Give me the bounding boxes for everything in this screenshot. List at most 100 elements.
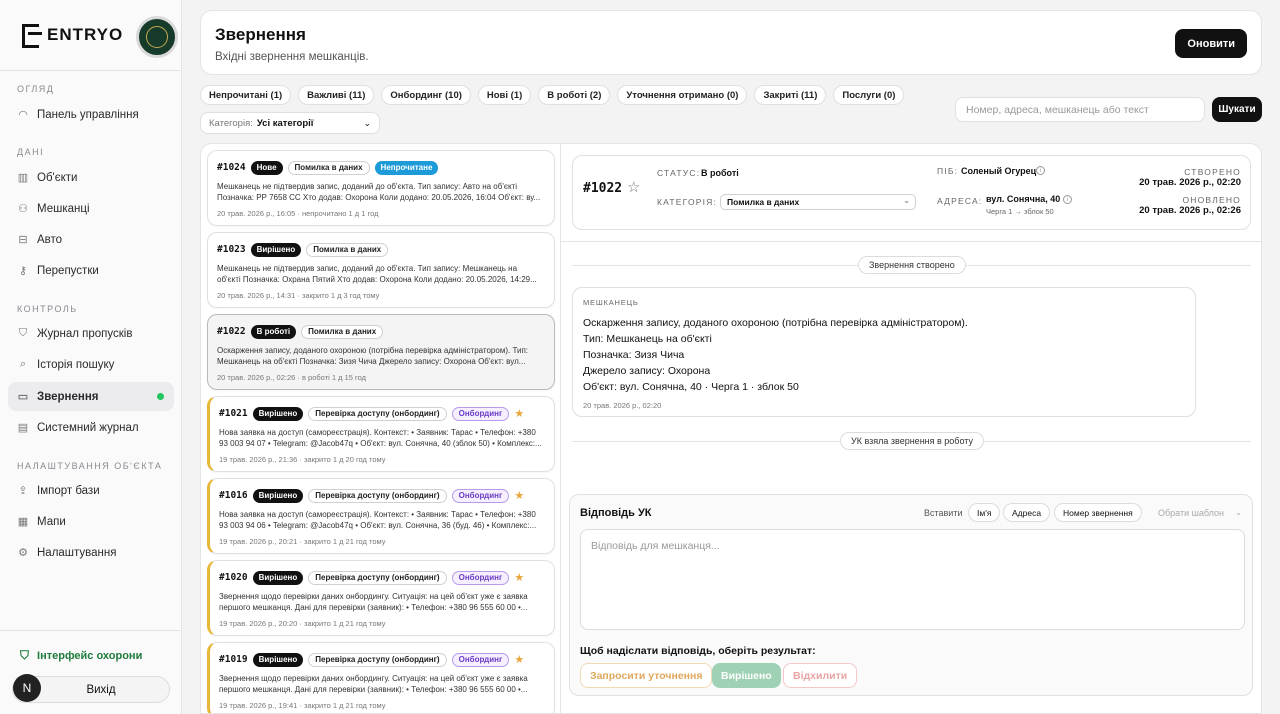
status-badge: Перевірка доступу (онбординг) <box>308 652 447 667</box>
nav-section-overview: ОГЛЯД <box>17 84 55 94</box>
ticket-preview: Звернення щодо перевірки даних онбординг… <box>219 673 545 695</box>
category-filter-value: Усі категорії <box>256 117 314 129</box>
category-select-value: Помилка в даних <box>727 197 800 207</box>
tab-unread[interactable]: Непрочитані (1) <box>200 85 292 105</box>
ticket-card[interactable]: #1023 Вирішено Помилка в даних Мешканець не… <box>207 232 555 308</box>
insert-name-button[interactable]: Ім'я <box>968 503 1001 522</box>
unread-indicator <box>157 393 164 400</box>
star-icon[interactable]: ★ <box>514 571 524 584</box>
sidebar-item-label: Об'єкти <box>37 171 78 184</box>
sidebar-item-label: Звернення <box>37 390 99 403</box>
sidebar-item-label: Історія пошуку <box>37 358 115 371</box>
chevron-down-icon: ⌄ <box>903 196 910 205</box>
building-icon: ▥ <box>17 172 29 184</box>
sidebar-item-settings[interactable]: ⚙ Налаштування <box>8 538 174 567</box>
category-select[interactable]: Помилка в даних ⌄ <box>720 194 916 210</box>
insert-ticket-number-button[interactable]: Номер звернення <box>1054 503 1142 522</box>
status-badge: Перевірка доступу (онбординг) <box>308 406 447 421</box>
sidebar-item-requests[interactable]: ▭ Звернення <box>8 382 174 411</box>
sidebar-item-residents[interactable]: ⚇ Мешканці <box>8 194 174 223</box>
ticket-preview-line: Оскарження запису, доданого охороною (по… <box>217 346 528 355</box>
sidebar-item-label: Мешканці <box>37 202 90 215</box>
ticket-meta: 20 трав. 2026 р., 16:05 · непрочитано 1 … <box>217 209 379 218</box>
search-button[interactable]: Шукати <box>1212 97 1262 122</box>
tab-closed[interactable]: Закриті (11) <box>754 85 827 105</box>
avatar[interactable]: N <box>13 674 41 702</box>
category-filter-label: Категорія: <box>209 117 253 129</box>
brand-logo[interactable]: ENTRYO <box>22 24 123 48</box>
guard-interface-link[interactable]: ⛉ Інтерфейс охорони <box>20 648 142 663</box>
ticket-detail-header: #1022 ☆ СТАТУС: В роботі КАТЕГОРІЯ: Поми… <box>572 155 1251 230</box>
sidebar-divider <box>0 70 182 71</box>
ticket-preview-line: Нова заявка на доступ (самореєстрація). … <box>219 428 536 437</box>
star-icon[interactable]: ☆ <box>627 178 640 196</box>
resolve-button[interactable]: Вирішено <box>712 663 781 688</box>
ticket-meta: 20 трав. 2026 р., 14:31 · закрито 1 д 3 … <box>217 291 380 300</box>
info-icon[interactable]: i <box>1063 195 1072 204</box>
sidebar-item-label: Авто <box>37 233 63 246</box>
reject-button[interactable]: Відхилити <box>783 663 858 688</box>
tab-important[interactable]: Важливі (11) <box>298 85 375 105</box>
organization-crest-icon <box>136 16 178 58</box>
sidebar-item-pass-log[interactable]: ⛉ Журнал пропусків <box>8 319 174 348</box>
reply-form: Відповідь УК Вставити Ім'я Адреса Номер … <box>569 494 1253 696</box>
ticket-card[interactable]: #1021 Вирішено Перевірка доступу (онбордин… <box>207 396 555 472</box>
category-filter-select[interactable]: Категорія: Усі категорії ⌄ <box>200 112 380 134</box>
ticket-card[interactable]: #1024 Нове Помилка в даних Непрочитане Мешка… <box>207 150 555 226</box>
ticket-number: #1020 <box>219 572 248 583</box>
ticket-preview-line: Мешканець на об'єкті Позначка: Зизя Чича… <box>217 357 526 366</box>
chevron-down-icon: ⌄ <box>1235 508 1242 517</box>
ticket-number: #1022 <box>583 181 623 196</box>
ticket-preview-line: першого мешканця. Дані для перевірки (за… <box>219 603 528 612</box>
refresh-button[interactable]: Оновити <box>1175 29 1247 58</box>
search-input[interactable]: Номер, адреса, мешканець або текст <box>955 97 1205 122</box>
event-taken-in-work: УК взяла звернення в роботу <box>840 432 984 450</box>
sidebar: ENTRYO ОГЛЯД ◠ Панель управління ДАНІ ▥ … <box>0 0 182 714</box>
users-icon: ⚇ <box>18 203 28 215</box>
template-select-label: Обрати шаблон <box>1158 507 1224 518</box>
star-icon[interactable]: ★ <box>514 407 524 420</box>
sidebar-item-dashboard[interactable]: ◠ Панель управління <box>8 100 174 129</box>
updated-value: 20 трав. 2026 р., 02:26 <box>1139 205 1241 216</box>
insert-label: Вставити <box>924 508 963 518</box>
gauge-icon: ◠ <box>18 109 28 121</box>
template-select[interactable]: Обрати шаблон ⌄ <box>1150 503 1248 522</box>
status-badge: Вирішено <box>252 570 304 585</box>
sidebar-item-import[interactable]: ⇪ Імпорт бази <box>8 476 174 505</box>
updated-label: ОНОВЛЕНО <box>1182 195 1241 205</box>
status-label: СТАТУС: <box>657 168 701 178</box>
star-icon[interactable]: ★ <box>514 653 524 666</box>
ticket-number: #1021 <box>219 408 248 419</box>
tab-new[interactable]: Нові (1) <box>477 85 532 105</box>
star-icon[interactable]: ★ <box>514 489 524 502</box>
sidebar-item-passes[interactable]: ⚷ Перепустки <box>8 256 174 285</box>
ticket-preview-line: Мешканець не підтвердив запис, доданий д… <box>217 182 517 191</box>
ticket-number: #1022 <box>217 326 246 337</box>
sidebar-item-system-log[interactable]: ▤ Системний журнал <box>8 413 174 442</box>
sidebar-item-objects[interactable]: ▥ Об'єкти <box>8 163 174 192</box>
ticket-card[interactable]: #1022 В роботі Помилка в даних Оскарження з… <box>207 314 555 390</box>
name-label: ПІБ: <box>937 166 959 176</box>
sidebar-divider <box>0 630 182 631</box>
sidebar-item-search-history[interactable]: ⌕ Історія пошуку <box>8 350 174 379</box>
tab-onboarding[interactable]: Онбординг (10) <box>381 85 471 105</box>
tab-clarification-received[interactable]: Уточнення отримано (0) <box>617 85 748 105</box>
ticket-card[interactable]: #1016 Вирішено Перевірка доступу (онбордин… <box>207 478 555 554</box>
ticket-card[interactable]: #1020 Вирішено Перевірка доступу (онбордин… <box>207 560 555 636</box>
reply-textarea[interactable]: Відповідь для мешканця... <box>580 529 1245 630</box>
ticket-meta: 20 трав. 2026 р., 02:26 · в роботі 1 д 1… <box>217 373 366 382</box>
detail-divider <box>561 241 1261 242</box>
ticket-card[interactable]: #1019 Вирішено Перевірка доступу (онбордин… <box>207 642 555 713</box>
info-icon[interactable]: i <box>1036 166 1045 175</box>
ticket-list: #1024 Нове Помилка в даних Непрочитане Мешка… <box>200 143 561 714</box>
tab-in-progress[interactable]: В роботі (2) <box>538 85 611 105</box>
message-line: Джерело запису: Охорона <box>583 365 711 377</box>
tab-services[interactable]: Послуги (0) <box>833 85 905 105</box>
nav-section-control: КОНТРОЛЬ <box>17 304 78 314</box>
insert-address-button[interactable]: Адреса <box>1003 503 1051 522</box>
address-subline: Черга 1 → зблок 50 <box>986 207 1054 216</box>
sidebar-item-cars[interactable]: ⊟ Авто <box>8 225 174 254</box>
upload-icon: ⇪ <box>18 485 28 497</box>
sidebar-item-maps[interactable]: ▦ Мапи <box>8 507 174 536</box>
request-clarification-button[interactable]: Запросити уточнення <box>580 663 713 688</box>
